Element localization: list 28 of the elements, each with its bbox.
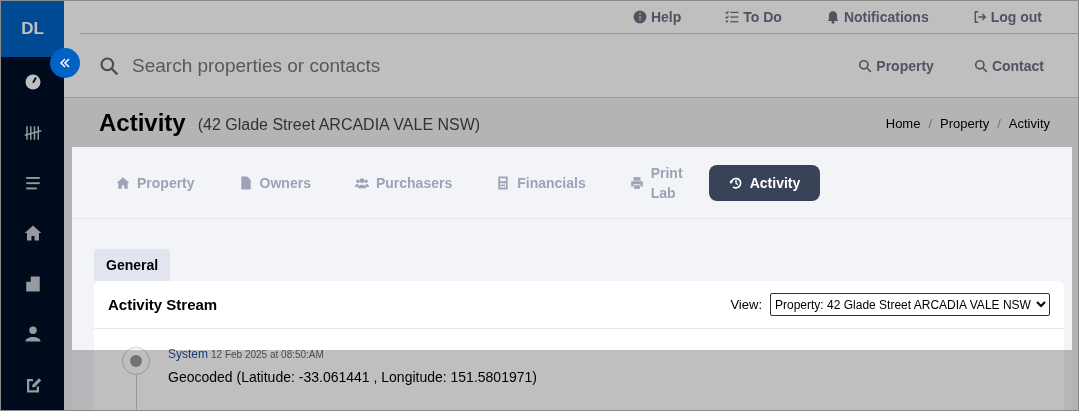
top-link[interactable]: Notifications: [825, 9, 929, 25]
tab[interactable]: Print Lab: [609, 153, 705, 213]
tab[interactable]: Financials: [476, 165, 606, 201]
top-link[interactable]: Help: [632, 9, 682, 25]
tab[interactable]: Owners: [218, 165, 331, 201]
breadcrumb-link[interactable]: Home: [885, 115, 921, 131]
tab[interactable]: Property: [96, 165, 215, 201]
breadcrumb-link[interactable]: Activity: [1008, 115, 1050, 131]
card-title: Activity Stream: [108, 296, 218, 313]
top-link[interactable]: Log out: [972, 9, 1042, 25]
view-label: View:: [730, 297, 762, 312]
tab[interactable]: General: [94, 249, 171, 281]
search-scope-button[interactable]: Property: [858, 57, 934, 74]
author-link[interactable]: System: [168, 347, 208, 361]
tab[interactable]: Activity: [708, 165, 821, 201]
logo: DL: [1, 1, 64, 57]
search-scope-button[interactable]: Contact: [973, 57, 1044, 74]
tab[interactable]: Purchasers: [334, 165, 473, 201]
breadcrumb-separator: /: [928, 115, 933, 131]
entry-time: 12 Feb 2025 at 08:50:AM: [211, 349, 324, 360]
search-field[interactable]: Search properties or contacts: [130, 53, 819, 78]
breadcrumb-link[interactable]: Property: [940, 115, 990, 131]
breadcrumb-separator: /: [997, 115, 1001, 131]
view-dropdown[interactable]: Property: 42 Glade Street ARCADIA VALE NSW: [770, 293, 1050, 316]
page-title: Activity: [99, 109, 186, 137]
page-subtitle: (42 Glade Street ARCADIA VALE NSW): [197, 116, 481, 134]
top-link[interactable]: To Do: [725, 9, 782, 25]
entry-text: Geocoded (Latitude: -33.061441 , Longitude: 151.5801971): [168, 369, 537, 385]
